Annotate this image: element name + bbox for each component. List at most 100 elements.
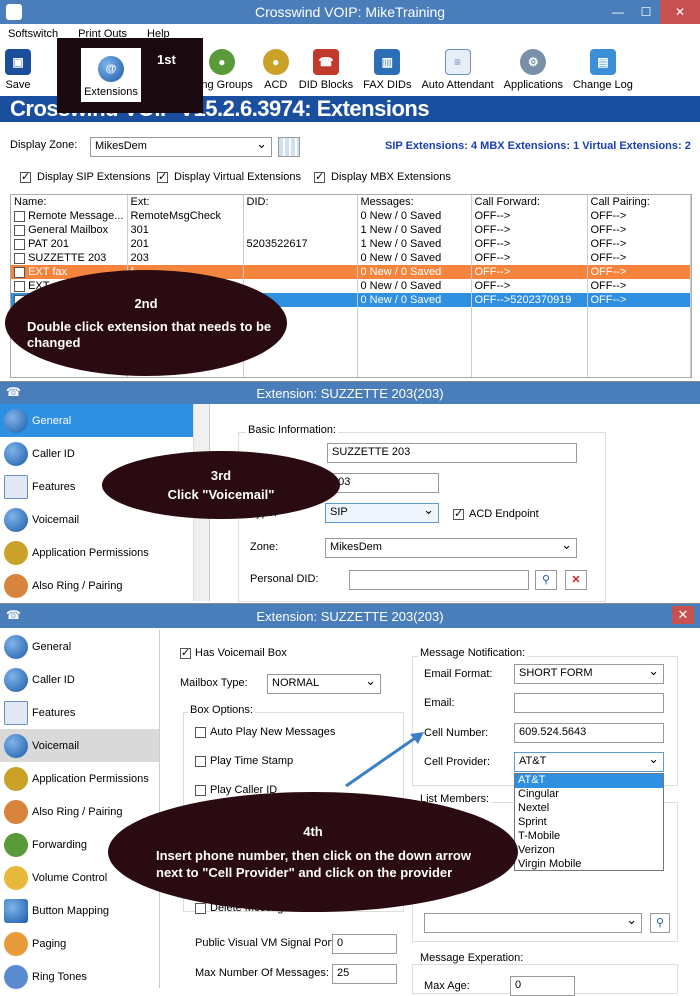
globe-icon [4, 634, 28, 659]
max-age-input[interactable]: 0 [510, 976, 575, 996]
cell-provider-select[interactable]: AT&T [514, 751, 664, 772]
nav-features[interactable]: Features [0, 696, 159, 729]
info-icon [4, 441, 28, 466]
display-zone-select[interactable]: MikesDem [90, 136, 272, 157]
nav-caller-id[interactable]: Caller ID [0, 663, 159, 696]
table-row[interactable]: PAT 201 201 5203522617 1 New / 0 Saved OFF--… [11, 237, 691, 251]
table-header: Name: Ext: DID: Messages: Call Forward: … [11, 195, 691, 209]
search-icon[interactable]: ⚲ [650, 913, 670, 933]
provider-option[interactable]: Virgin Mobile [515, 858, 663, 872]
pointer-arrow [345, 732, 424, 788]
globe-icon [4, 408, 28, 433]
provider-option[interactable]: Verizon [515, 844, 663, 858]
permissions-icon [4, 766, 28, 791]
cell-number-input[interactable]: 609.524.5643 [514, 723, 664, 743]
info-icon [4, 667, 28, 692]
zone-select[interactable]: MikesDem [325, 537, 577, 558]
email-label: Email: [424, 697, 455, 709]
nav-application-permissions[interactable]: Application Permissions [0, 762, 159, 795]
public-vm-input[interactable]: 0 [332, 934, 397, 954]
maximize-icon[interactable]: ☐ [632, 0, 660, 24]
play-time-stamp-checkbox[interactable]: Play Time Stamp [195, 755, 293, 767]
save-icon: ▣ [5, 49, 31, 75]
keypad-icon [4, 898, 28, 923]
has-voicemail-checkbox[interactable]: Has Voicemail Box [180, 646, 287, 659]
nav-button-mapping[interactable]: Button Mapping [0, 894, 159, 927]
delete-icon[interactable]: ✕ [565, 570, 587, 590]
nav-paging[interactable]: Paging [0, 927, 159, 960]
provider-option[interactable]: Nextel [515, 802, 663, 816]
save-button[interactable]: ▣ Save [0, 44, 36, 96]
nav-also-ring[interactable]: Also Ring / Pairing [0, 569, 209, 602]
nav-voicemail[interactable]: Voicemail [0, 729, 159, 762]
nav-general[interactable]: General [0, 630, 159, 663]
voicemail-icon [4, 733, 28, 758]
type-select[interactable]: SIP [325, 502, 439, 523]
acd-button[interactable]: ● ACD [258, 44, 294, 96]
table-row[interactable]: General Mailbox 301 1 New / 0 Saved OFF--> O… [11, 223, 691, 237]
ext-input[interactable]: 203 [327, 473, 439, 493]
search-icon[interactable]: ⚲ [535, 570, 557, 590]
minimize-icon[interactable]: — [604, 0, 632, 24]
display-virtual-checkbox[interactable]: Display Virtual Extensions [157, 170, 301, 183]
callout-second: 2nd Double click extension that needs to… [5, 270, 287, 376]
email-format-select[interactable]: SHORT FORM [514, 663, 664, 684]
extension-window-voicemail: ☎ Extension: SUZZETTE 203(203) ✕ General… [0, 603, 700, 996]
auto-attendant-button[interactable]: ≡ Auto Attendant [416, 44, 498, 96]
email-format-label: Email Format: [424, 668, 493, 680]
ring-tones-icon [4, 964, 28, 989]
extensions-icon: @ [98, 56, 124, 82]
document-icon: ≡ [444, 49, 471, 75]
public-vm-label: Public Visual VM Signal Port: [195, 937, 338, 949]
list-icon [4, 700, 28, 725]
ring-groups-icon: ● [208, 49, 235, 75]
auto-play-checkbox[interactable]: Auto Play New Messages [195, 726, 335, 738]
extension-window-general: ☎ Extension: SUZZETTE 203(203) General C… [0, 381, 700, 602]
provider-option[interactable]: T-Mobile [515, 830, 663, 844]
cell-provider-label: Cell Provider: [424, 756, 491, 768]
forwarding-icon [4, 832, 28, 857]
nav-general[interactable]: General [0, 404, 209, 437]
phone-red-icon: ☎ [312, 49, 339, 75]
nav-ring-tones[interactable]: Ring Tones [0, 960, 159, 993]
nav-application-permissions[interactable]: Application Permissions [0, 536, 209, 569]
email-input[interactable] [514, 693, 664, 713]
close-icon[interactable]: ✕ [660, 0, 700, 24]
main-window-title-bar: Crosswind VOIP: MikeTraining — ☐ ✕ [0, 0, 700, 24]
extension-summary: SIP Extensions: 4 MBX Extensions: 1 Virt… [385, 140, 691, 152]
table-row[interactable]: SUZZETTE 203 203 0 New / 0 Saved OFF--> OFF-… [11, 251, 691, 265]
mailbox-type-label: Mailbox Type: [180, 677, 248, 689]
acd-icon: ● [262, 49, 289, 75]
app-icon: ☎ [6, 608, 21, 622]
list-icon [4, 474, 28, 499]
menu-softswitch[interactable]: Softswitch [8, 28, 58, 40]
did-blocks-button[interactable]: ☎ DID Blocks [294, 44, 358, 96]
mailbox-type-select[interactable]: NORMAL [267, 673, 381, 694]
fax-dids-button[interactable]: ▥ FAX DIDs [358, 44, 416, 96]
voicemail-icon [4, 507, 28, 532]
acd-endpoint-checkbox[interactable]: ACD Endpoint [453, 507, 539, 520]
app-icon: ☎ [6, 385, 21, 399]
max-messages-input[interactable]: 25 [332, 964, 397, 984]
name-input[interactable]: SUZZETTE 203 [327, 443, 577, 463]
display-mbx-checkbox[interactable]: Display MBX Extensions [314, 170, 451, 183]
list-members-select[interactable] [424, 912, 642, 933]
personal-did-label: Personal DID: [250, 573, 319, 585]
extension-window-title-bar: ☎ Extension: SUZZETTE 203(203) [0, 382, 700, 404]
display-zone-label: Display Zone: [10, 139, 78, 151]
display-sip-checkbox[interactable]: Display SIP Extensions [20, 170, 151, 183]
message-expiration-label: Message Experation: [418, 952, 526, 964]
grid-view-icon[interactable] [278, 137, 300, 157]
basic-info-label: Basic Information: [246, 424, 339, 436]
extensions-button[interactable]: @ Extensions [81, 48, 141, 102]
provider-option[interactable]: Cingular [515, 788, 663, 802]
voicemail-nav-panel: General Caller ID Features Voicemail App… [0, 630, 160, 989]
pairing-icon [4, 573, 28, 598]
provider-option[interactable]: AT&T [515, 774, 663, 788]
change-log-button[interactable]: ▤ Change Log [568, 44, 638, 96]
personal-did-input[interactable] [349, 570, 529, 590]
table-row[interactable]: Remote Message... RemoteMsgCheck 0 New / 0… [11, 209, 691, 223]
close-icon[interactable]: ✕ [672, 606, 694, 624]
provider-option[interactable]: Sprint [515, 816, 663, 830]
applications-button[interactable]: ⚙ Applications [499, 44, 568, 96]
